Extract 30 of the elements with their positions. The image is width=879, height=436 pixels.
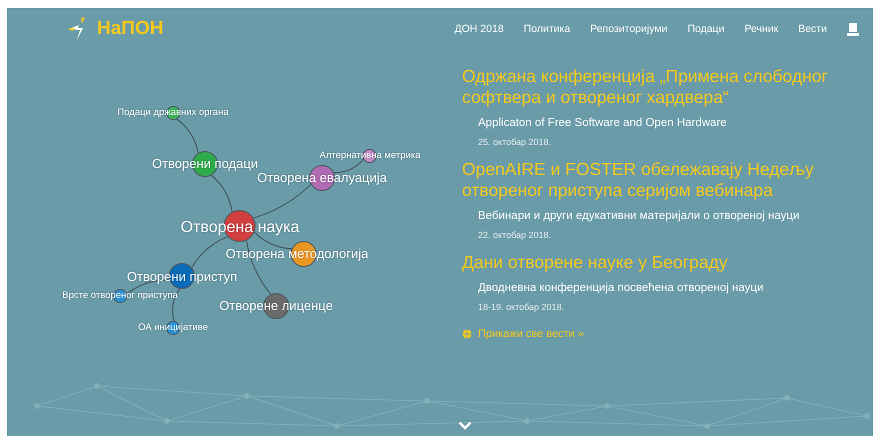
news-date: 18-19. oктобар 2018. <box>478 302 566 312</box>
nav-link[interactable]: ДОН 2018 <box>454 23 504 35</box>
connector-line <box>176 118 199 154</box>
news-date: 22. oктобар 2018. <box>478 230 552 240</box>
news-subtitle: Дводневна конференција посвећена отвореној науци <box>478 282 764 294</box>
all-news-link[interactable]: Прикажи све вести » <box>462 328 862 340</box>
user-icon[interactable] <box>847 22 859 36</box>
news-subtitle: Applicaton of Free Software and Open Hardware <box>478 117 728 129</box>
nav-link[interactable]: Речник <box>744 23 778 35</box>
news-date: 25. oктобар 2018. <box>478 137 552 147</box>
all-news-text[interactable]: Прикажи све вести » <box>478 328 584 340</box>
chevron-down-icon[interactable] <box>458 421 472 430</box>
mind-map-node[interactable]: Подаци државних органа <box>117 105 229 121</box>
nav-link[interactable]: Политика <box>524 23 570 35</box>
news-title[interactable]: Дани отворене науке у Београду <box>462 252 862 273</box>
globe-icon <box>462 329 472 339</box>
news-title[interactable]: Одржана конференција „Примена слободног софтвера и отвореног хардвера“ <box>462 66 862 108</box>
mind-map-node[interactable]: ОА иницијативе <box>138 320 208 336</box>
connector-line <box>333 158 364 174</box>
connector-line <box>210 174 233 213</box>
mind-map-node[interactable]: Отворена евалуација <box>257 164 387 192</box>
news-subtitle: Вебинари и други едукативни материјали о отвореној науци <box>478 210 800 222</box>
connector-line <box>253 184 312 218</box>
mind-map-node[interactable]: Отворене лиценце <box>219 292 333 320</box>
news-title[interactable]: OpenAIRE и FOSTER обележавају Недељу отвореног приступа серијом вебинара <box>462 159 862 201</box>
nav-link[interactable]: Подаци <box>687 23 724 35</box>
logo-text[interactable]: НаПОН <box>97 18 164 40</box>
mind-map-node[interactable]: Врсте отвореног приступа <box>62 288 178 304</box>
nav-link[interactable]: Репозиторијуми <box>590 23 668 35</box>
nav-link[interactable]: Вести <box>798 23 827 35</box>
